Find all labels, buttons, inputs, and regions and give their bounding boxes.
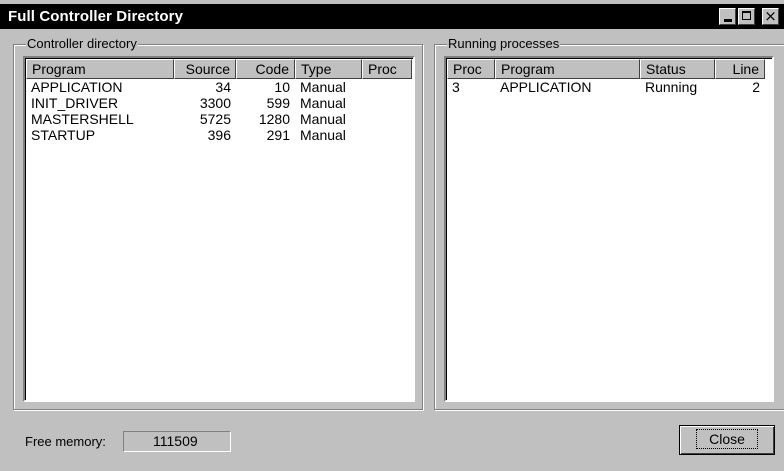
close-button-label: Close xyxy=(696,429,758,449)
close-button[interactable]: Close xyxy=(679,425,775,455)
program-cell: STARTUP xyxy=(31,127,96,143)
title-bar[interactable]: Full Controller Directory × xyxy=(0,4,784,29)
controller-directory-window: Full Controller Directory × Controller d… xyxy=(0,0,784,471)
close-window-button[interactable]: × xyxy=(762,7,779,25)
status-cell: Running xyxy=(645,79,698,95)
proc-cell xyxy=(362,79,412,95)
close-icon: × xyxy=(764,7,777,25)
column-header-type[interactable]: Type xyxy=(295,59,362,79)
source-cell: 396 xyxy=(207,127,231,143)
code-cell: 1280 xyxy=(258,111,290,127)
free-memory-label: Free memory: xyxy=(25,434,106,449)
column-header-status[interactable]: Status xyxy=(640,59,715,79)
column-header-program[interactable]: Program xyxy=(495,59,640,79)
column-header-proc[interactable]: Proc xyxy=(362,59,412,79)
source-cell: 5725 xyxy=(199,111,231,127)
column-header-program[interactable]: Program xyxy=(26,59,174,79)
controller-directory-list[interactable]: Program Source Code Type Proc APPLICATIO… xyxy=(23,56,415,402)
table-row[interactable]: MASTERSHELL 5725 1280 Manual xyxy=(26,111,412,127)
running-processes-rows: 3 APPLICATION Running 2 xyxy=(447,79,765,95)
type-cell: Manual xyxy=(300,127,346,143)
controller-directory-label: Controller directory xyxy=(26,36,138,52)
type-cell: Manual xyxy=(300,79,346,95)
proc-cell xyxy=(362,95,412,111)
source-cell: 3300 xyxy=(199,95,231,111)
controller-directory-rows: APPLICATION 34 10 Manual INIT_DRIVER 330… xyxy=(26,79,412,143)
type-cell: Manual xyxy=(300,111,346,127)
table-row[interactable]: INIT_DRIVER 3300 599 Manual xyxy=(26,95,412,111)
minimize-button[interactable] xyxy=(719,8,736,25)
running-processes-label: Running processes xyxy=(447,36,561,52)
program-cell: APPLICATION xyxy=(500,79,592,95)
controller-directory-header: Program Source Code Type Proc xyxy=(26,59,412,79)
column-header-code[interactable]: Code xyxy=(236,59,295,79)
proc-cell xyxy=(362,127,412,143)
code-cell: 10 xyxy=(274,79,290,95)
line-cell: 2 xyxy=(752,79,760,95)
minimize-icon xyxy=(724,19,732,22)
program-cell: MASTERSHELL xyxy=(31,111,134,127)
code-cell: 599 xyxy=(266,95,290,111)
table-row[interactable]: APPLICATION 34 10 Manual xyxy=(26,79,412,95)
proc-cell: 3 xyxy=(452,79,460,95)
table-row[interactable]: STARTUP 396 291 Manual xyxy=(26,127,412,143)
window-title: Full Controller Directory xyxy=(8,8,184,25)
column-header-source[interactable]: Source xyxy=(174,59,236,79)
column-header-proc[interactable]: Proc xyxy=(447,59,495,79)
maximize-button[interactable] xyxy=(738,8,755,25)
program-cell: INIT_DRIVER xyxy=(31,95,119,111)
running-processes-list[interactable]: Proc Program Status Line 3 APPLICATION R… xyxy=(444,56,774,402)
code-cell: 291 xyxy=(266,127,290,143)
column-header-line[interactable]: Line xyxy=(715,59,765,79)
proc-cell xyxy=(362,111,412,127)
table-row[interactable]: 3 APPLICATION Running 2 xyxy=(447,79,765,95)
free-memory-value: 111509 xyxy=(123,431,231,452)
program-cell: APPLICATION xyxy=(31,79,123,95)
maximize-icon xyxy=(742,11,751,20)
type-cell: Manual xyxy=(300,95,346,111)
running-processes-header: Proc Program Status Line xyxy=(447,59,765,79)
source-cell: 34 xyxy=(215,79,231,95)
